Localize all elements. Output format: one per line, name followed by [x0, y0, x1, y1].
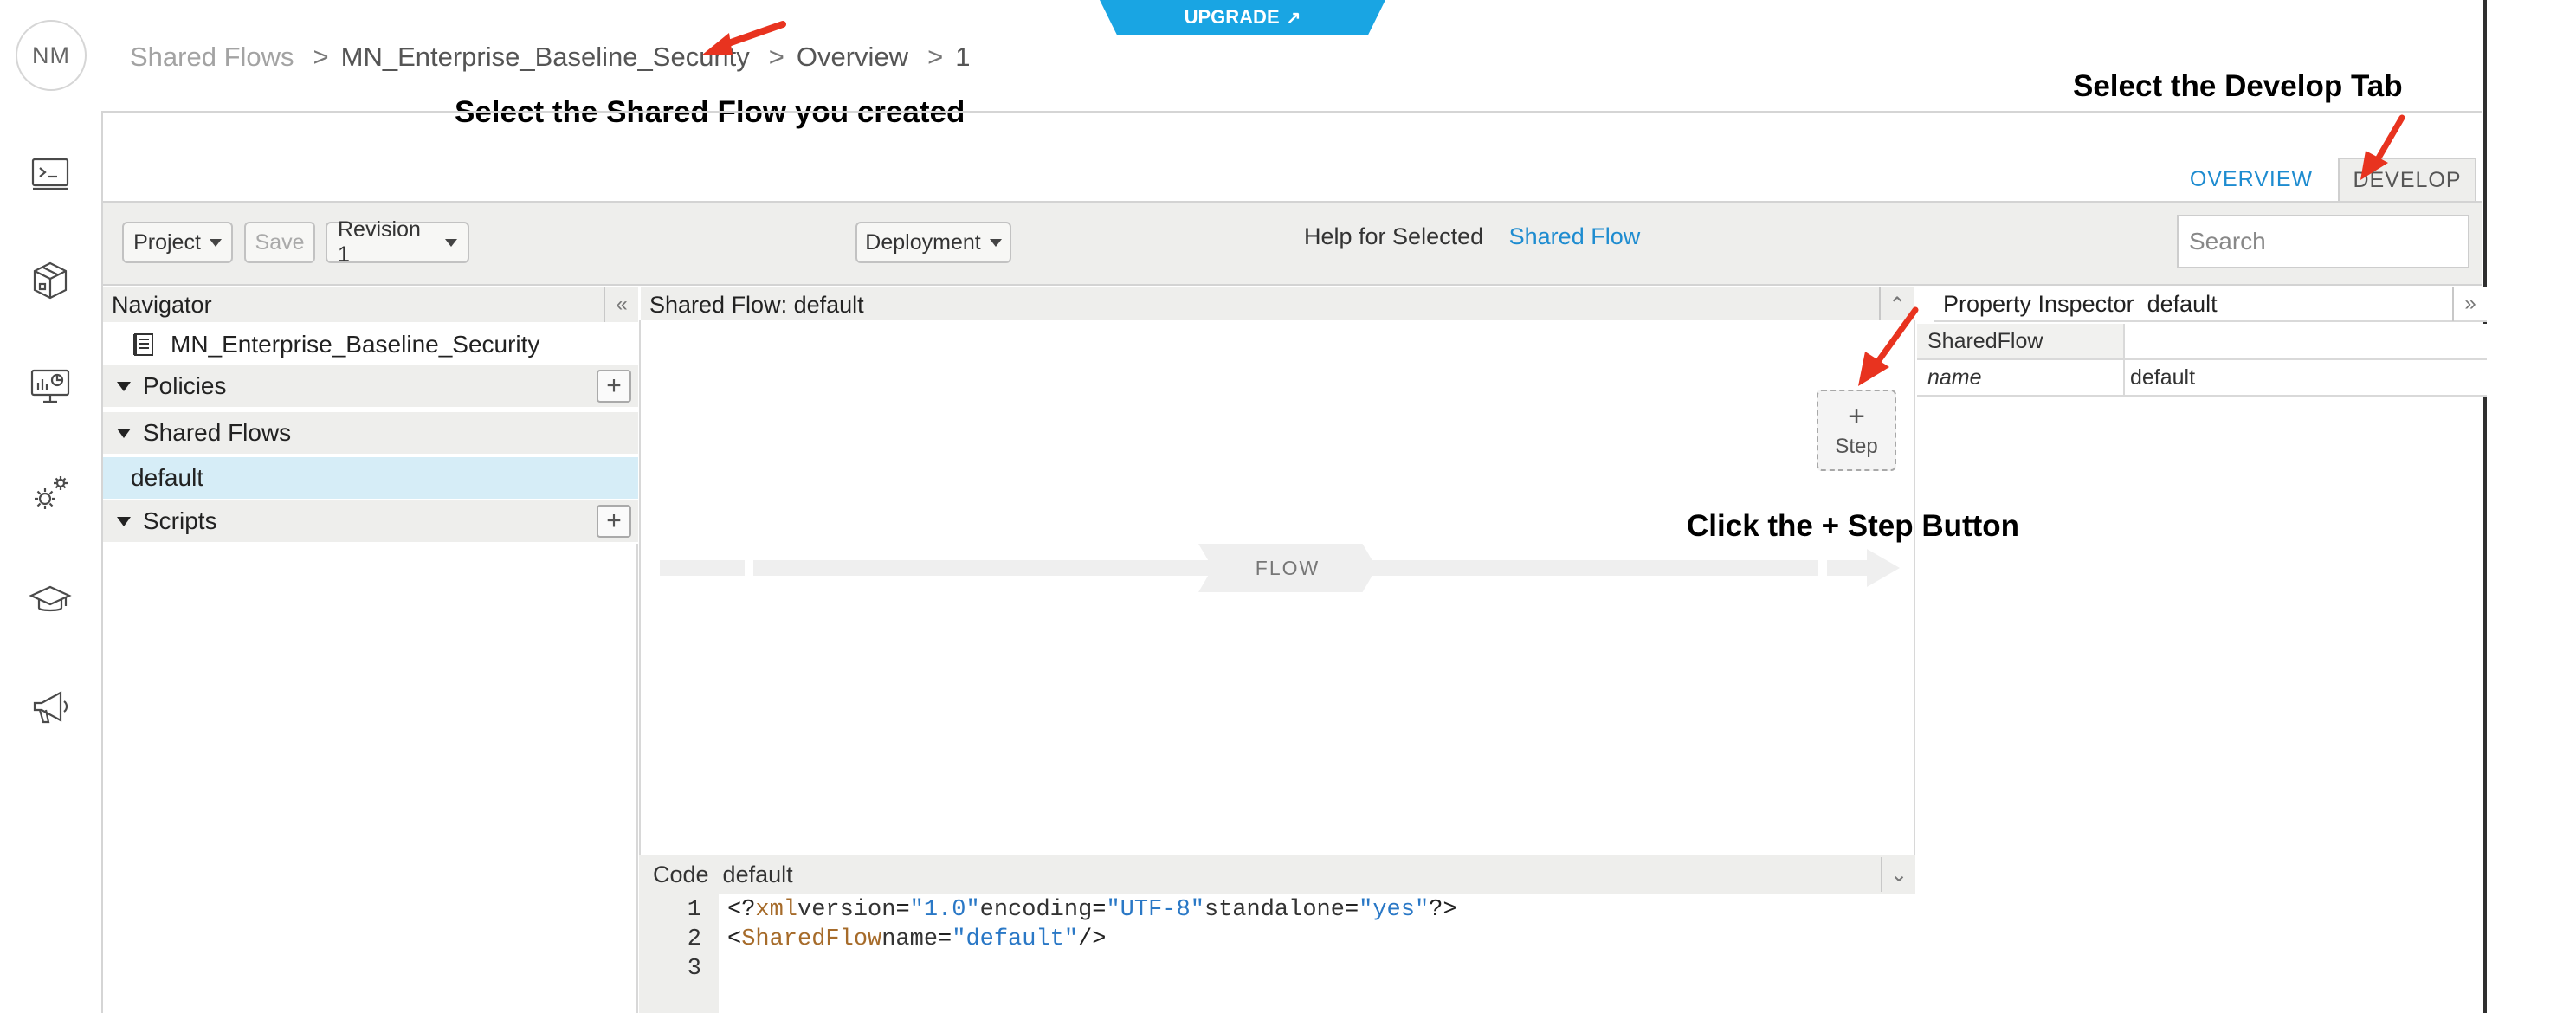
upgrade-label: UPGRADE — [1184, 6, 1280, 28]
analytics-monitor-icon[interactable] — [26, 362, 74, 410]
property-row-name: name default — [1917, 360, 2487, 397]
navigator-section-shared-flows[interactable]: Shared Flows — [103, 412, 638, 454]
breadcrumb-separator: > — [927, 42, 944, 72]
window-edge — [2483, 0, 2487, 1013]
revision-label: Revision 1 — [338, 217, 421, 267]
help-prefix: Help for Selected — [1304, 223, 1484, 249]
add-policy-button[interactable]: + — [597, 370, 631, 403]
tab-overview[interactable]: OVERVIEW — [2182, 158, 2321, 201]
user-avatar[interactable]: NM — [16, 20, 87, 91]
collapse-down-icon[interactable]: ⌄ — [1881, 857, 1915, 892]
add-script-button[interactable]: + — [597, 505, 631, 538]
help-text: Help for Selected Shared Flow — [1304, 223, 1640, 250]
external-arrow-icon: ↗ — [1286, 8, 1301, 28]
code-file-name: default — [722, 861, 793, 887]
breadcrumb-revision: 1 — [955, 42, 971, 72]
breadcrumb-separator: > — [313, 42, 329, 72]
revision-dropdown[interactable]: Revision 1 — [326, 217, 469, 267]
chevron-down-icon — [209, 238, 222, 247]
navigator-empty-area — [103, 544, 638, 1013]
property-row-sharedflow: SharedFlow — [1917, 324, 2487, 360]
property-value[interactable]: default — [2125, 360, 2487, 395]
code-line-3[interactable] — [727, 954, 1914, 984]
flow-panel-header: Shared Flow: default ⌃ — [641, 287, 1914, 322]
code-line-2[interactable]: < SharedFlow name = "default"/> — [727, 925, 1914, 954]
breadcrumb: Shared Flows > MN_Enterprise_Baseline_Se… — [130, 40, 970, 74]
document-icon — [132, 332, 155, 357]
expand-triangle-icon — [117, 428, 131, 438]
code-label: Code — [653, 861, 709, 887]
upgrade-button[interactable]: UPGRADE ↗ — [1100, 0, 1385, 35]
annotation-click-step: Click the + Step Button — [1687, 509, 2020, 543]
code-panel-header: Code default ⌄ — [639, 855, 1915, 894]
annotation-select-develop-tab: Select the Develop Tab — [2073, 69, 2403, 103]
section-label: Scripts — [143, 507, 217, 534]
project-label: Project — [133, 229, 201, 255]
save-button[interactable]: Save — [244, 222, 315, 263]
collapse-right-icon[interactable]: » — [2452, 287, 2487, 321]
deployment-dropdown[interactable]: Deployment — [855, 222, 1011, 263]
megaphone-icon[interactable] — [26, 684, 74, 732]
flow-track-end — [1827, 560, 1867, 576]
flow-arrowhead — [1867, 549, 1900, 587]
navigator-section-scripts[interactable]: Scripts + — [103, 500, 638, 542]
breadcrumb-shared-flows[interactable]: Shared Flows — [130, 42, 294, 73]
plus-icon: + — [1848, 400, 1865, 433]
property-key: name — [1917, 360, 2125, 395]
collapse-navigator-icon[interactable]: « — [604, 287, 638, 322]
annotation-arrow-develop — [2360, 114, 2405, 180]
annotation-arrow-shared-flow — [701, 21, 786, 55]
breadcrumb-overview[interactable]: Overview — [797, 42, 908, 73]
terminal-icon[interactable] — [26, 149, 74, 197]
package-icon[interactable] — [26, 256, 74, 305]
project-dropdown[interactable]: Project — [122, 222, 233, 263]
line-number: 2 — [687, 926, 701, 952]
flow-badge: FLOW — [1198, 544, 1377, 592]
nav-item-label: default — [131, 464, 204, 491]
flow-panel-title: Shared Flow: default — [649, 291, 864, 318]
property-inspector-title: Property Inspector default — [1943, 290, 2218, 317]
property-key: SharedFlow — [1917, 324, 2125, 358]
navigator-header: Navigator « — [103, 287, 638, 322]
add-step-button[interactable]: + Step — [1817, 390, 1896, 471]
chevron-down-icon — [445, 238, 457, 247]
section-label: Shared Flows — [143, 419, 292, 446]
property-inspector-header: Property Inspector default » — [1934, 287, 2487, 322]
navigator-root-label: MN_Enterprise_Baseline_Security — [171, 331, 540, 358]
code-line-1[interactable]: <? xml version = "1.0" encoding = "UTF-8" sta… — [727, 895, 1914, 925]
step-label: Step — [1835, 435, 1878, 458]
navigator-title: Navigator — [112, 291, 212, 318]
navigator-item-default[interactable]: default — [103, 457, 638, 499]
settings-gears-icon[interactable] — [26, 469, 74, 518]
chevron-down-icon — [989, 238, 1002, 247]
line-number: 3 — [687, 956, 701, 982]
line-number: 1 — [687, 897, 701, 923]
expand-triangle-icon — [117, 516, 131, 526]
navigator-section-policies[interactable]: Policies + — [103, 365, 638, 407]
expand-triangle-icon — [117, 381, 131, 391]
flow-label: FLOW — [1255, 556, 1320, 579]
breadcrumb-shared-flow-name[interactable]: MN_Enterprise_Baseline_Security — [341, 42, 750, 73]
deployment-label: Deployment — [865, 229, 981, 255]
graduation-cap-icon[interactable] — [26, 577, 74, 625]
annotation-arrow-step — [1858, 306, 1919, 386]
section-label: Policies — [143, 372, 227, 399]
help-link[interactable]: Shared Flow — [1509, 223, 1641, 249]
property-value[interactable] — [2125, 324, 2487, 358]
flow-track-segment — [660, 560, 745, 576]
navigator-root-item[interactable]: MN_Enterprise_Baseline_Security — [103, 324, 638, 365]
search-input[interactable] — [2177, 215, 2469, 268]
